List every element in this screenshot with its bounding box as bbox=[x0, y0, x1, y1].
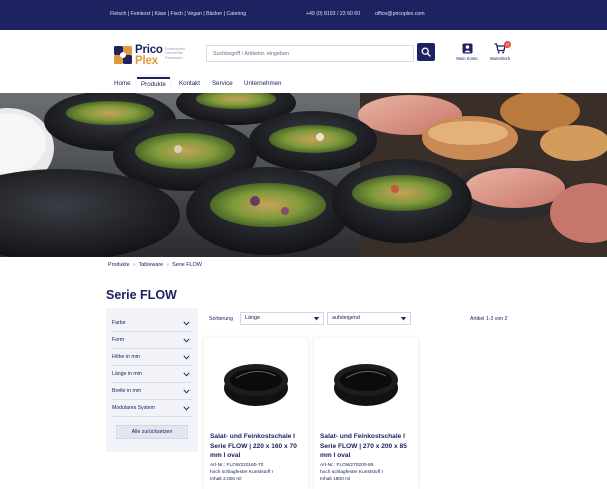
product-card[interactable]: Salat- und Feinkostschale I Serie FLOW |… bbox=[204, 338, 308, 489]
cart-count-badge: 0 bbox=[504, 41, 511, 48]
breadcrumb-item-produkte[interactable]: Produkte bbox=[108, 262, 130, 268]
filter-label: Breite in mm bbox=[112, 388, 142, 394]
product-volume: Inhalt 1800 ml bbox=[320, 477, 351, 482]
topbar-phone[interactable]: +49 (0) 8193 / 23 60 60 bbox=[306, 11, 360, 17]
article-count: Artikel 1-2 von 2 bbox=[470, 316, 508, 322]
chevron-down-icon bbox=[183, 355, 190, 360]
nav-item-service[interactable]: Service bbox=[208, 77, 237, 93]
filter-panel: Farbe Form Höhe in mm Länge in mm Breite… bbox=[106, 308, 198, 452]
product-image bbox=[224, 364, 288, 406]
cart-link[interactable]: 0 Warenkorb bbox=[485, 41, 515, 65]
site-logo[interactable]: Prico Plex Professionelle Lebensmittel P… bbox=[113, 44, 197, 68]
product-title[interactable]: Salat- und Feinkostschale I Serie FLOW |… bbox=[320, 432, 416, 461]
product-card[interactable]: Salat- und Feinkostschale I Serie FLOW |… bbox=[314, 338, 418, 489]
filter-laenge[interactable]: Länge in mm bbox=[112, 366, 192, 383]
sort-order-value: aufsteigend bbox=[332, 315, 360, 321]
breadcrumb: Produkte» Tableware» Serie FLOW bbox=[108, 262, 202, 268]
sort-field-select[interactable]: Länge bbox=[240, 312, 324, 325]
search-input[interactable] bbox=[206, 45, 414, 62]
sort-label: Sortierung bbox=[209, 316, 233, 322]
hero-banner-image bbox=[0, 93, 607, 257]
account-link[interactable]: Mein Konto bbox=[452, 43, 482, 65]
account-label: Mein Konto bbox=[456, 56, 478, 61]
nav-item-kontakt[interactable]: Kontakt bbox=[175, 77, 204, 93]
topbar-email[interactable]: office@pricoplex.com bbox=[375, 11, 425, 17]
top-bar: Fleisch | Feinkost | Käse | Fisch | Vega… bbox=[0, 0, 607, 30]
chevron-down-icon bbox=[183, 389, 190, 394]
nav-item-home[interactable]: Home bbox=[110, 77, 135, 93]
filter-form[interactable]: Form bbox=[112, 332, 192, 349]
sort-field-value: Länge bbox=[245, 315, 260, 321]
user-icon bbox=[462, 43, 472, 54]
search-button[interactable] bbox=[417, 43, 435, 61]
breadcrumb-item-tableware[interactable]: Tableware bbox=[139, 262, 164, 268]
cart-label: Warenkorb bbox=[489, 56, 511, 61]
nav-item-produkte[interactable]: Produkte bbox=[137, 77, 170, 93]
reset-filters-button[interactable]: Alle zurücksetzen bbox=[116, 425, 188, 439]
breadcrumb-separator: » bbox=[166, 262, 170, 268]
chevron-down-icon bbox=[183, 338, 190, 343]
logo-tagline: Professionelle Lebensmittel Präsentation bbox=[165, 47, 186, 60]
topbar-category-links[interactable]: Fleisch | Feinkost | Käse | Fisch | Vega… bbox=[110, 11, 246, 17]
filter-farbe[interactable]: Farbe bbox=[112, 315, 192, 332]
product-material: hoch schlagfester Kunststoff I bbox=[320, 470, 383, 475]
product-volume: Inhalt 2.000 ml bbox=[210, 477, 242, 482]
chevron-down-icon bbox=[183, 372, 190, 377]
sort-order-select[interactable]: aufsteigend bbox=[327, 312, 411, 325]
caret-down-icon bbox=[314, 317, 319, 321]
product-article-number: Art-Nr.: FLOW220160-70 bbox=[210, 463, 264, 468]
chevron-down-icon bbox=[183, 406, 190, 411]
breadcrumb-item-current: Serie FLOW bbox=[172, 262, 202, 268]
nav-item-unternehmen[interactable]: Unternehmen bbox=[240, 77, 286, 93]
product-title[interactable]: Salat- und Feinkostschale I Serie FLOW |… bbox=[210, 432, 306, 461]
filter-hoehe[interactable]: Höhe in mm bbox=[112, 349, 192, 366]
breadcrumb-separator: » bbox=[132, 262, 136, 268]
product-image bbox=[334, 364, 398, 406]
filter-label: Höhe in mm bbox=[112, 354, 140, 360]
filter-label: Form bbox=[112, 337, 125, 343]
product-article-number: Art-Nr.: FLOW270200-85 bbox=[320, 463, 374, 468]
filter-label: Farbe bbox=[112, 320, 126, 326]
logo-name-line2: Plex bbox=[135, 55, 158, 67]
product-material: hoch schlagfester Kunststoff I bbox=[210, 470, 273, 475]
filter-label: Modulares System bbox=[112, 405, 155, 411]
filter-modulares-system[interactable]: Modulares System bbox=[112, 400, 192, 417]
logo-mark-icon bbox=[114, 46, 132, 64]
filter-breite[interactable]: Breite in mm bbox=[112, 383, 192, 400]
caret-down-icon bbox=[401, 317, 406, 321]
search-icon bbox=[421, 47, 431, 57]
filter-label: Länge in mm bbox=[112, 371, 142, 377]
hero-photo bbox=[0, 93, 607, 257]
page-title: Serie FLOW bbox=[106, 288, 177, 302]
chevron-down-icon bbox=[183, 321, 190, 326]
